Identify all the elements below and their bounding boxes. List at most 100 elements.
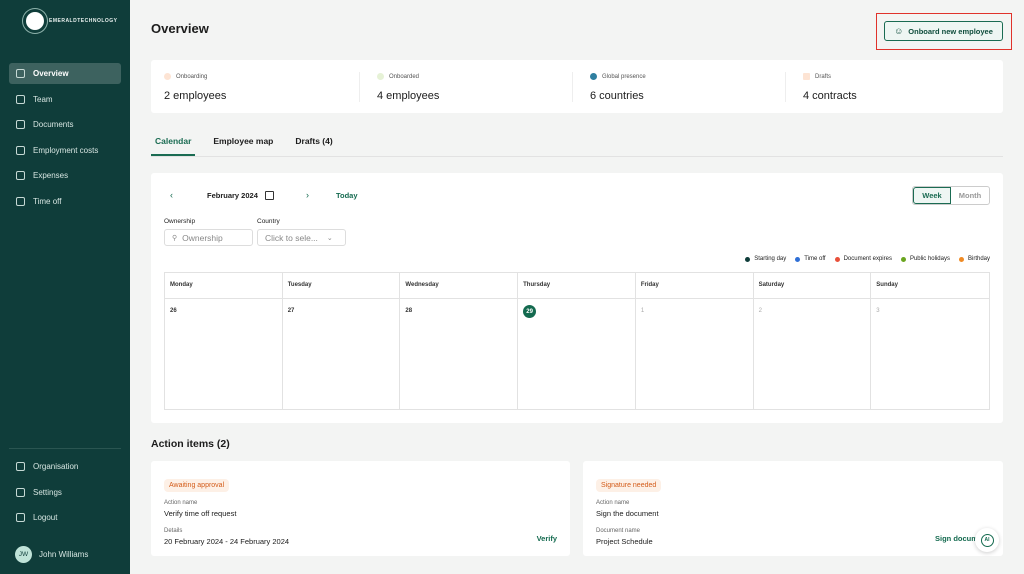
day-header: Thursday (518, 273, 636, 299)
prev-month-button[interactable]: ‹ (170, 190, 173, 200)
brand-name: EMERALDTECHNOLOGY (49, 18, 118, 24)
search-icon: ⚲ (172, 234, 178, 242)
label: Global presence (602, 73, 646, 80)
label: Time off (33, 196, 62, 206)
day-cell[interactable]: 28 (400, 299, 519, 409)
month-button[interactable]: Month (951, 187, 989, 204)
value: 6 countries (590, 90, 644, 102)
tab-drafts[interactable]: Drafts (4) (291, 135, 336, 156)
calendar-card: ‹ February 2024 › Today Week Month Owners… (151, 173, 1003, 423)
legend: Starting day Time off Document expires P… (745, 256, 990, 262)
today-button[interactable]: Today (336, 191, 358, 200)
label: Team (33, 94, 53, 104)
action-card: Awaiting approval Action name Verify tim… (151, 461, 570, 556)
day-cell-today[interactable]: 29 (518, 299, 636, 409)
ai-chat-icon: AI (980, 533, 994, 547)
value: 20 February 2024 - 24 February 2024 (164, 537, 290, 546)
documents-icon (16, 120, 25, 130)
avatar: JW (15, 546, 32, 563)
label: Settings (33, 487, 62, 497)
sidebar-item-logout[interactable]: Logout (9, 507, 121, 528)
logo-mark-icon (26, 12, 44, 30)
sidebar-item-documents[interactable]: Documents (9, 114, 121, 135)
placeholder: Click to sele... (265, 232, 318, 243)
page-title: Overview (151, 21, 209, 36)
value: Verify time off request (164, 509, 237, 518)
label: Action name (164, 500, 198, 506)
value: Sign the document (596, 509, 659, 518)
next-month-button[interactable]: › (306, 190, 309, 200)
bar-chart-icon (16, 69, 25, 78)
sidebar-item-expenses[interactable]: Expenses (9, 165, 121, 186)
stat-onboarding: Onboarding 2 employees (151, 60, 364, 113)
value: Project Schedule (596, 537, 653, 546)
stats-card: Onboarding 2 employees Onboarded 4 employe… (151, 60, 1003, 113)
user-plus-icon: ☺ (894, 26, 904, 36)
date: 28 (405, 308, 413, 314)
building-icon (16, 462, 25, 471)
label: Document name (596, 528, 641, 534)
sidebar-item-time-off[interactable]: Time off (9, 191, 121, 212)
label: Onboarded (389, 73, 420, 80)
legend-birthday: Birthday (958, 256, 990, 262)
value: 4 contracts (803, 90, 857, 102)
label: Details (164, 528, 183, 534)
day-header: Tuesday (282, 273, 401, 299)
verify-link[interactable]: Verify (537, 534, 557, 543)
onboarded-icon (377, 73, 384, 80)
sidebar-item-team[interactable]: Team (9, 89, 121, 110)
day-header: Saturday (753, 273, 872, 299)
country-select[interactable]: Click to sele... ⌄ (257, 229, 346, 246)
day-header: Friday (635, 273, 754, 299)
value: 2 employees (164, 90, 227, 102)
day-cell[interactable]: 3 (871, 299, 989, 409)
user-profile[interactable]: JW John Williams (15, 546, 88, 563)
document-icon (803, 73, 810, 80)
day-cell[interactable]: 26 (165, 299, 283, 409)
stat-onboarded: Onboarded 4 employees (359, 60, 577, 113)
sidebar-item-settings[interactable]: Settings (9, 482, 121, 503)
calendar-icon (16, 196, 25, 206)
label: Employment costs (33, 145, 99, 155)
day-cell[interactable]: 27 (283, 299, 401, 409)
onboard-new-employee-button[interactable]: ☺ Onboard new employee (884, 21, 1003, 41)
day-cell[interactable]: 2 (754, 299, 872, 409)
week-button[interactable]: Week (913, 187, 951, 204)
action-card: Signature needed Action name Sign the do… (583, 461, 1003, 556)
day-header: Wednesday (400, 273, 519, 299)
tab-calendar[interactable]: Calendar (151, 135, 196, 156)
action-items-title: Action items (2) (151, 438, 230, 450)
legend-starting-day: Starting day (745, 256, 786, 262)
ownership-input[interactable]: ⚲ Ownership (164, 229, 253, 246)
sidebar-item-organisation[interactable]: Organisation (9, 456, 121, 477)
label: Documents (33, 120, 74, 130)
ai-assistant-button[interactable]: AI (975, 528, 999, 552)
sidebar-item-employment-costs[interactable]: Employment costs (9, 140, 121, 161)
label: Organisation (33, 462, 79, 471)
today-date: 29 (523, 305, 537, 318)
onboarding-icon (164, 73, 171, 80)
view-toggle: Week Month (912, 186, 990, 205)
day-cell[interactable]: 1 (636, 299, 754, 409)
value: 4 employees (377, 90, 440, 102)
label: Onboard new employee (908, 26, 993, 36)
chevron-down-icon: ⌄ (326, 234, 333, 242)
country-label: Country (257, 218, 280, 225)
date: 26 (170, 308, 177, 314)
logout-icon (16, 513, 25, 523)
calculator-icon (16, 145, 25, 155)
user-name: John Williams (39, 550, 89, 559)
tab-employee-map[interactable]: Employee map (209, 135, 277, 156)
calendar-icon[interactable] (265, 191, 274, 200)
label: Expenses (33, 171, 69, 181)
calendar-grid: Monday Tuesday Wednesday Thursday Friday… (164, 272, 990, 410)
divider (9, 448, 121, 449)
placeholder: Ownership (182, 232, 223, 243)
logo: EMERALDTECHNOLOGY (26, 12, 118, 30)
date: 1 (640, 308, 645, 314)
tabs: Calendar Employee map Drafts (4) (151, 135, 1003, 157)
status-badge: Signature needed (596, 479, 662, 492)
date: 2 (758, 308, 762, 314)
sidebar-item-overview[interactable]: Overview (9, 63, 121, 84)
coins-icon (16, 171, 25, 181)
